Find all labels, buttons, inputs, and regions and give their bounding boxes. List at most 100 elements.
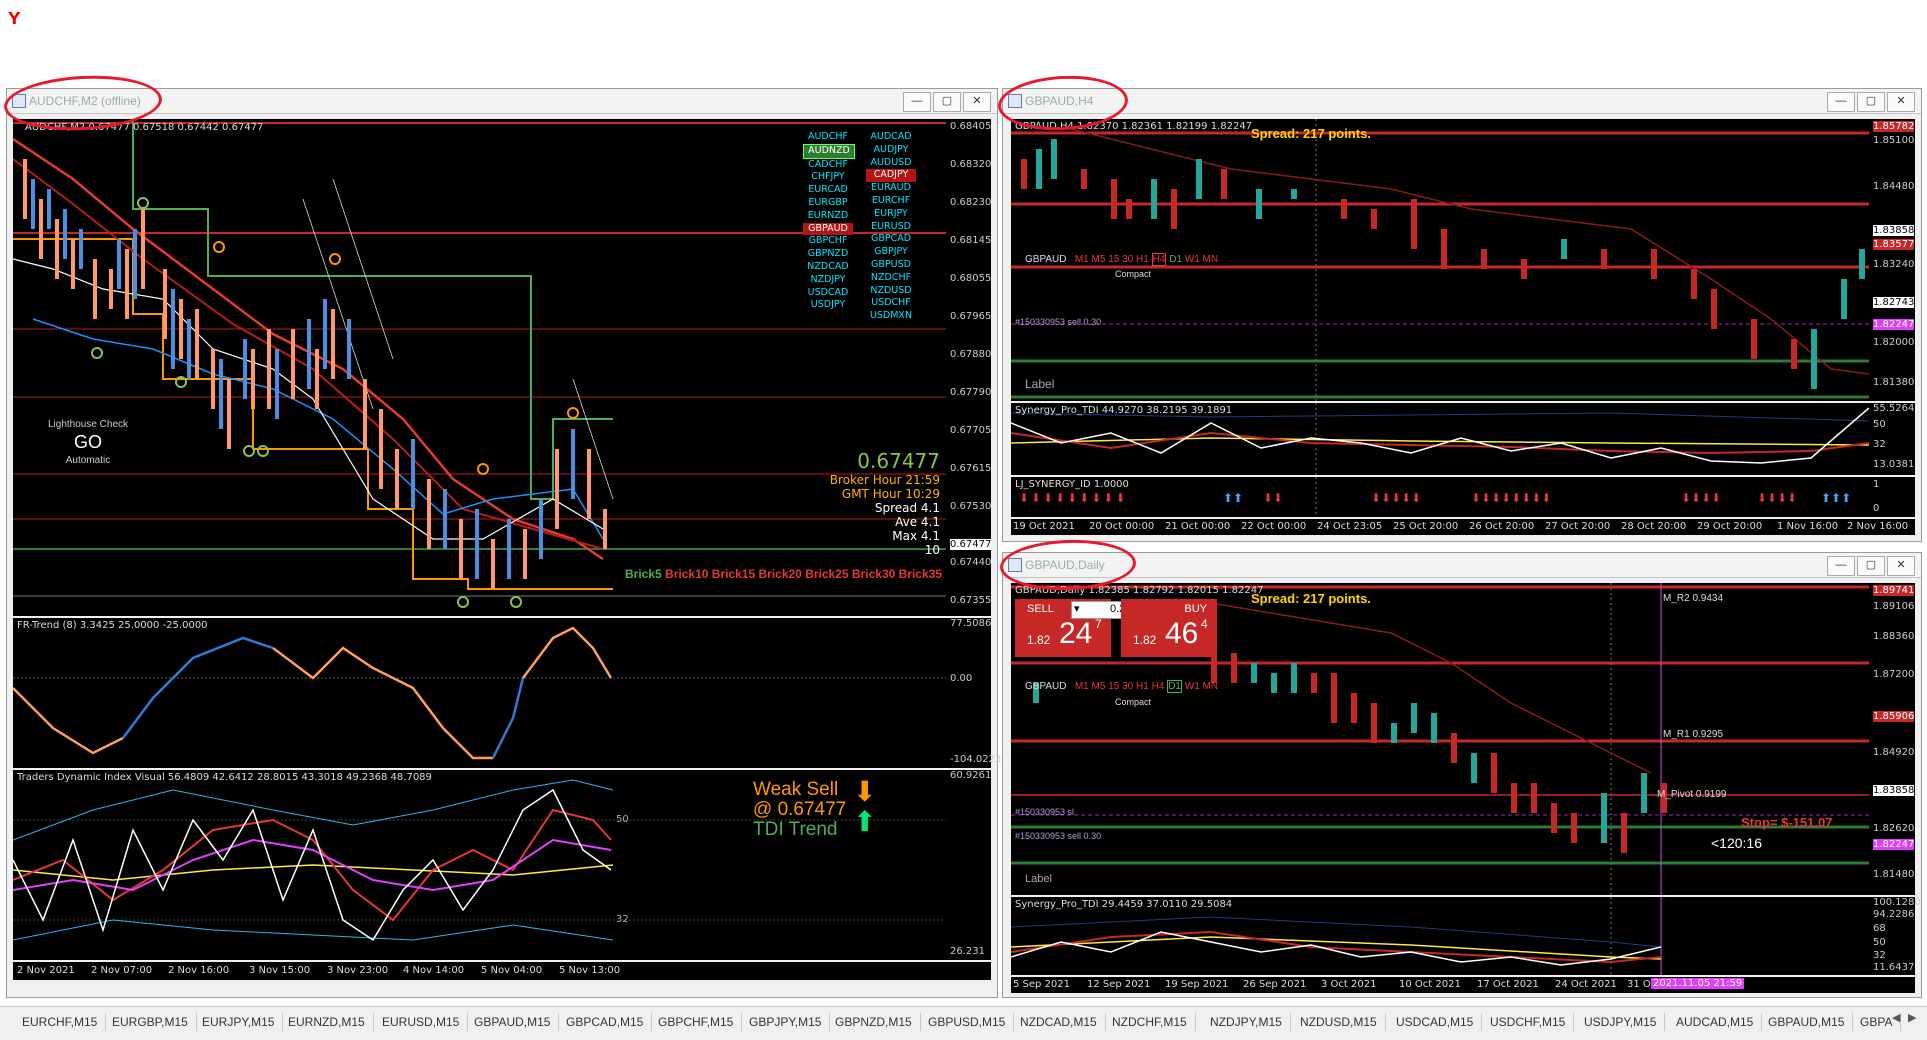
tf-button[interactable]: M1 [1075, 681, 1089, 692]
tf-button[interactable]: H4 [1152, 681, 1165, 692]
chart-tab[interactable]: EURUSD,M15 [374, 1013, 469, 1031]
chart-tab[interactable]: USDJPY,M15 [1576, 1013, 1666, 1031]
chart-tab[interactable]: GBPCAD,M15 [558, 1013, 653, 1031]
chart-tab[interactable]: GBPAUD,M15 [1760, 1013, 1854, 1031]
symbol-item[interactable]: CHFJPY [803, 171, 853, 184]
symbol-item[interactable]: USDJPY [803, 299, 853, 312]
chart-tab[interactable]: EURGBP,M15 [104, 1013, 197, 1031]
symbol-item[interactable]: EURJPY [866, 208, 916, 221]
symbol-item[interactable]: GBPAUD [803, 222, 853, 236]
symbol-item[interactable]: AUDNZD [803, 143, 855, 159]
markers [91, 197, 522, 608]
symbol-item[interactable]: GBPJPY [866, 246, 916, 259]
tf-button[interactable]: MN [1203, 254, 1219, 265]
chart-tab[interactable]: EURJPY,M15 [194, 1013, 284, 1031]
close-button[interactable]: ✕ [963, 92, 991, 112]
chart-window-gbpaud-daily[interactable]: GBPAUD,Daily — ▢ ✕ GBPAUD,Daily 1.82385 … [1002, 552, 1922, 998]
minimize-button[interactable]: — [1827, 556, 1855, 576]
chart-tab[interactable]: USDCAD,M15 [1388, 1013, 1483, 1031]
chart-tab[interactable]: GBPUSD,M15 [920, 1013, 1015, 1031]
tdi-panel[interactable]: Traders Dynamic Index Visual 56.4809 42.… [13, 770, 946, 960]
tf-button[interactable]: M5 [1092, 681, 1106, 692]
tf-button[interactable]: 15 [1108, 681, 1119, 692]
symbol-item[interactable]: AUDUSD [866, 157, 916, 170]
symbol-item[interactable]: USDMXN [866, 310, 916, 323]
symbol-item[interactable]: GBPCAD [866, 233, 916, 246]
time-label: 2 Nov 07:00 [91, 965, 153, 976]
symbol-item[interactable]: GBPNZD [803, 248, 853, 261]
symbol-item[interactable]: EURCHF [866, 195, 916, 208]
symbol-item[interactable]: NZDUSD [866, 285, 916, 298]
tab-scroll-right-icon[interactable]: ▶ [1908, 1011, 1916, 1024]
window-titlebar[interactable]: GBPAUD,Daily — ▢ ✕ [1003, 553, 1921, 578]
symbol-item[interactable]: AUDCHF [803, 131, 853, 144]
chart-tab[interactable]: NZDCAD,M15 [1012, 1013, 1106, 1031]
h4-lj-panel[interactable]: LJ_SYNERGY_ID 1.0000 ⬇⬇⬇⬇⬇⬇⬇⬇⬇ ⬆⬆ ⬇⬇ ⬇⬇⬇… [1011, 477, 1869, 517]
tf-button[interactable]: D1 [1167, 680, 1182, 693]
symbol-item[interactable]: CADCHF [803, 159, 853, 172]
chart-tab[interactable]: NZDJPY,M15 [1202, 1013, 1291, 1031]
tf-button[interactable]: H1 [1136, 681, 1149, 692]
h4-price-chart[interactable]: GBPAUD,H4 1.82370 1.82361 1.82199 1.8224… [1011, 119, 1869, 401]
symbol-item[interactable]: EURCAD [803, 184, 853, 197]
compact-toggle[interactable]: Compact [1115, 697, 1151, 707]
symbol-item[interactable]: EURAUD [866, 182, 916, 195]
tf-button[interactable]: M1 [1075, 254, 1089, 265]
symbol-item[interactable]: EURUSD [866, 221, 916, 234]
chart-tab[interactable]: USDCHF,M15 [1482, 1013, 1575, 1031]
chart-tab[interactable]: GBPJPY,M15 [741, 1013, 831, 1031]
chart-tab[interactable]: EURCHF,M15 [14, 1013, 107, 1031]
tf-button[interactable]: 15 [1108, 254, 1119, 265]
tf-button[interactable]: M5 [1092, 254, 1106, 265]
daily-synergy-panel[interactable]: Synergy_Pro_TDI 29.4459 37.0110 29.5084 [1011, 897, 1869, 975]
chart-tab[interactable]: NZDUSD,M15 [1292, 1013, 1386, 1031]
minimize-button[interactable]: — [903, 92, 931, 112]
close-button[interactable]: ✕ [1887, 556, 1915, 576]
chart-window-gbpaud-h4[interactable]: GBPAUD,H4 — ▢ ✕ GBPAUD,H4 1.82370 1.8236… [1002, 88, 1922, 542]
symbol-item[interactable]: GBPUSD [866, 259, 916, 272]
symbol-item[interactable]: NZDJPY [803, 274, 853, 287]
price-chart[interactable]: AUDCHF,M2 0.67477 0.67518 0.67442 0.6747… [13, 119, 946, 616]
tf-button[interactable]: D1 [1169, 254, 1182, 265]
daily-price-chart[interactable]: GBPAUD,Daily 1.82385 1.82792 1.82015 1.8… [1011, 583, 1869, 895]
symbol-item[interactable]: NZDCHF [866, 272, 916, 285]
symbol-item[interactable]: GBPCHF [803, 235, 853, 248]
chart-tab[interactable]: GBPNZD,M15 [827, 1013, 921, 1031]
chevron-down-icon[interactable]: ▾ [1074, 602, 1080, 615]
symbol-item[interactable]: AUDJPY [866, 144, 916, 157]
chart-tab[interactable]: GBPCHF,M15 [650, 1013, 743, 1031]
price-label: 1.87200 [1873, 669, 1915, 680]
tf-button[interactable]: MN [1203, 681, 1219, 692]
chart-tab[interactable]: GBPAUD,M15 [466, 1013, 560, 1031]
tf-button[interactable]: 30 [1122, 681, 1133, 692]
tf-button[interactable]: H4 [1151, 253, 1167, 266]
minimize-button[interactable]: — [1827, 92, 1855, 112]
price-label: 1.81480 [1873, 869, 1915, 880]
tf-button[interactable]: 30 [1122, 254, 1133, 265]
symbol-item[interactable]: USDCAD [803, 287, 853, 300]
symbol-item[interactable]: USDCHF [866, 297, 916, 310]
compact-toggle[interactable]: Compact [1115, 269, 1151, 279]
restore-button[interactable]: ▢ [1857, 556, 1885, 576]
symbol-item[interactable]: NZDCAD [803, 261, 853, 274]
symbol-item[interactable]: EURNZD [803, 210, 853, 223]
tf-button[interactable]: W1 [1185, 254, 1200, 265]
symbol-item[interactable]: AUDCAD [866, 131, 916, 144]
chart-tab[interactable]: NZDCHF,M15 [1104, 1013, 1196, 1031]
chart-window-audchf[interactable]: AUDCHF,M2 (offline) — ▢ ✕ AUDCHF,M2 0.67… [6, 88, 1001, 998]
chart-tab[interactable]: AUDCAD,M15 [1668, 1013, 1763, 1031]
tf-button[interactable]: H1 [1136, 254, 1149, 265]
buy-button[interactable]: BUY 1.82 46 4 [1121, 599, 1217, 657]
h4-synergy-panel[interactable]: Synergy_Pro_TDI 44.9270 38.2195 39.1891 [1011, 403, 1869, 475]
symbol-item[interactable]: CADJPY [866, 169, 916, 183]
restore-button[interactable]: ▢ [1857, 92, 1885, 112]
close-button[interactable]: ✕ [1887, 92, 1915, 112]
time-label: 5 Nov 04:00 [481, 965, 543, 976]
fr-trend-panel[interactable]: FR-Trend (8) 3.3425 25.0000 -25.0000 [13, 618, 946, 768]
chart-tab[interactable]: EURNZD,M15 [280, 1013, 374, 1031]
symbol-item[interactable]: EURGBP [803, 197, 853, 210]
tf-button[interactable]: W1 [1185, 681, 1200, 692]
window-titlebar[interactable]: GBPAUD,H4 — ▢ ✕ [1003, 89, 1921, 114]
restore-button[interactable]: ▢ [933, 92, 961, 112]
tab-scroll-left-icon[interactable]: ◀ [1892, 1011, 1900, 1024]
